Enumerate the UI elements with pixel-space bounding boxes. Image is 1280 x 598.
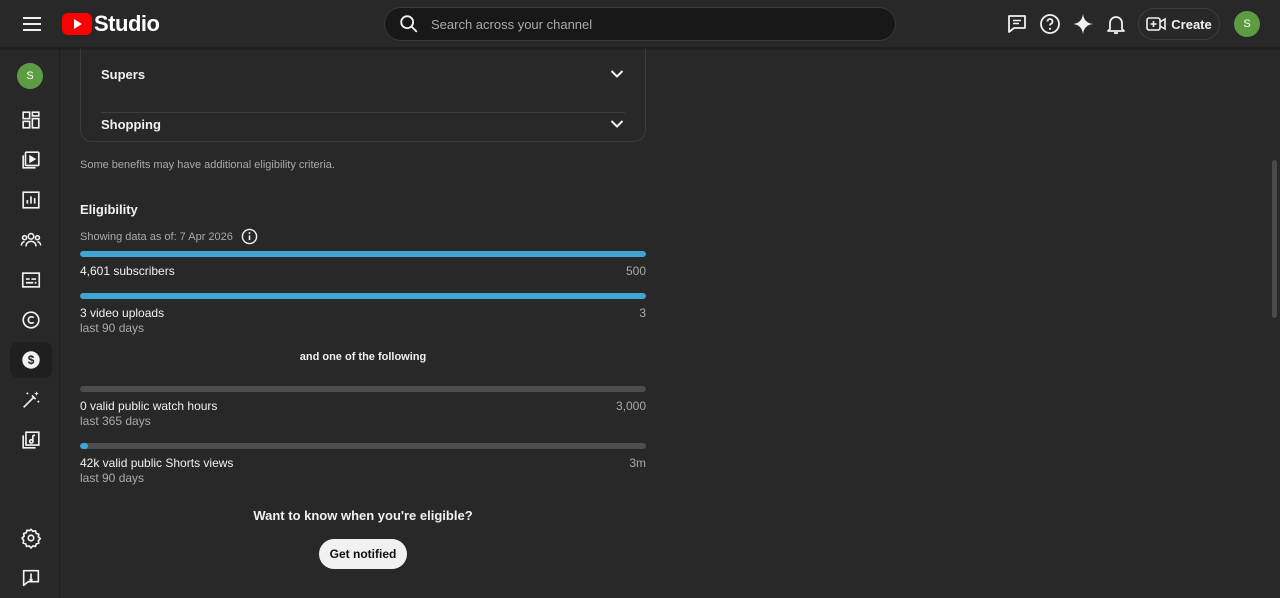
top-bar: Studio Create S — [0, 0, 1280, 48]
create-button[interactable]: Create — [1138, 8, 1220, 40]
sidebar-item-settings[interactable] — [10, 520, 52, 556]
analytics-icon — [22, 191, 40, 209]
sidebar-item-copyright[interactable] — [10, 302, 52, 338]
as-of-text: Showing data as of: 7 Apr 2026 — [80, 230, 233, 243]
sidebar-item-content[interactable] — [10, 142, 52, 178]
community-icon — [20, 232, 42, 247]
data-as-of: Showing data as of: 7 Apr 2026 — [80, 228, 258, 245]
audio-library-icon — [22, 431, 40, 449]
messages-icon[interactable] — [1005, 12, 1029, 36]
sidebar: S $ — [0, 48, 60, 598]
sidebar-item-audio-library[interactable] — [10, 422, 52, 458]
shorts-views-label: 42k valid public Shorts views — [80, 456, 234, 470]
notifications-bell-icon[interactable] — [1104, 12, 1128, 36]
chevron-down-icon — [610, 120, 624, 128]
feedback-icon — [22, 569, 40, 587]
youtube-logo-icon — [62, 13, 92, 35]
channel-avatar[interactable]: S — [17, 63, 43, 89]
subscribers-label: 4,601 subscribers — [80, 264, 175, 278]
main-content: Supers Shopping Some benefits may have a… — [61, 48, 1280, 598]
accordion-label: Shopping — [101, 116, 161, 132]
info-icon[interactable] — [241, 228, 258, 245]
search-icon[interactable] — [398, 13, 420, 35]
chevron-down-icon — [610, 70, 624, 78]
progress-fill — [80, 293, 646, 299]
accordion-shopping[interactable]: Shopping — [101, 104, 625, 144]
eligibility-note: Some benefits may have additional eligib… — [80, 159, 335, 171]
sidebar-item-customization[interactable] — [10, 382, 52, 418]
uploads-label: 3 video uploads — [80, 306, 165, 320]
customization-icon — [23, 391, 40, 408]
subtitles-icon — [21, 272, 41, 288]
help-icon[interactable] — [1038, 12, 1062, 36]
uploads-progress-bar — [80, 293, 646, 299]
progress-fill — [80, 251, 646, 257]
dashboard-icon — [22, 111, 40, 129]
shorts-views-progress-bar — [80, 443, 646, 449]
sidebar-item-community[interactable] — [10, 222, 52, 258]
earn-icon: $ — [22, 351, 40, 369]
shorts-views-target: 3m — [629, 456, 646, 470]
shorts-views-period: last 90 days — [80, 471, 145, 485]
create-video-icon — [1146, 17, 1167, 31]
sidebar-item-earn[interactable]: $ — [10, 342, 52, 378]
sidebar-item-subtitles[interactable] — [10, 262, 52, 298]
sparkle-icon[interactable] — [1071, 12, 1095, 36]
accordion-supers[interactable]: Supers — [101, 48, 625, 103]
progress-fill — [80, 443, 88, 449]
watch-hours-label: 0 valid public watch hours — [80, 399, 218, 413]
watch-hours-progress-bar — [80, 386, 646, 392]
watch-hours-target: 3,000 — [615, 399, 646, 413]
subscribers-progress-bar — [80, 251, 646, 257]
content-icon — [22, 151, 40, 169]
benefits-card: Supers Shopping — [80, 48, 646, 142]
account-avatar[interactable]: S — [1234, 11, 1260, 37]
page-scrollbar[interactable] — [1272, 160, 1277, 318]
notify-question: Want to know when you're eligible? — [253, 508, 473, 523]
get-notified-button[interactable]: Get notified — [319, 539, 407, 569]
and-one-of-following: and one of the following — [299, 351, 427, 363]
uploads-period: last 90 days — [80, 321, 145, 335]
eligibility-title: Eligibility — [80, 202, 138, 217]
watch-hours-period: last 365 days — [80, 414, 151, 428]
sidebar-item-dashboard[interactable] — [10, 102, 52, 138]
sidebar-item-analytics[interactable] — [10, 182, 52, 218]
accordion-label: Supers — [101, 66, 146, 82]
svg-text:$: $ — [28, 353, 35, 367]
sidebar-item-feedback[interactable] — [10, 560, 52, 596]
search-input[interactable] — [431, 16, 871, 32]
search-bar[interactable] — [384, 7, 896, 41]
create-label: Create — [1171, 16, 1212, 32]
logo-text: Studio — [94, 11, 160, 36]
subscribers-target: 500 — [625, 264, 646, 278]
studio-logo[interactable]: Studio — [62, 11, 160, 37]
uploads-target: 3 — [639, 306, 646, 320]
copyright-icon — [22, 311, 40, 329]
menu-icon[interactable] — [20, 12, 44, 36]
settings-icon — [21, 528, 42, 549]
